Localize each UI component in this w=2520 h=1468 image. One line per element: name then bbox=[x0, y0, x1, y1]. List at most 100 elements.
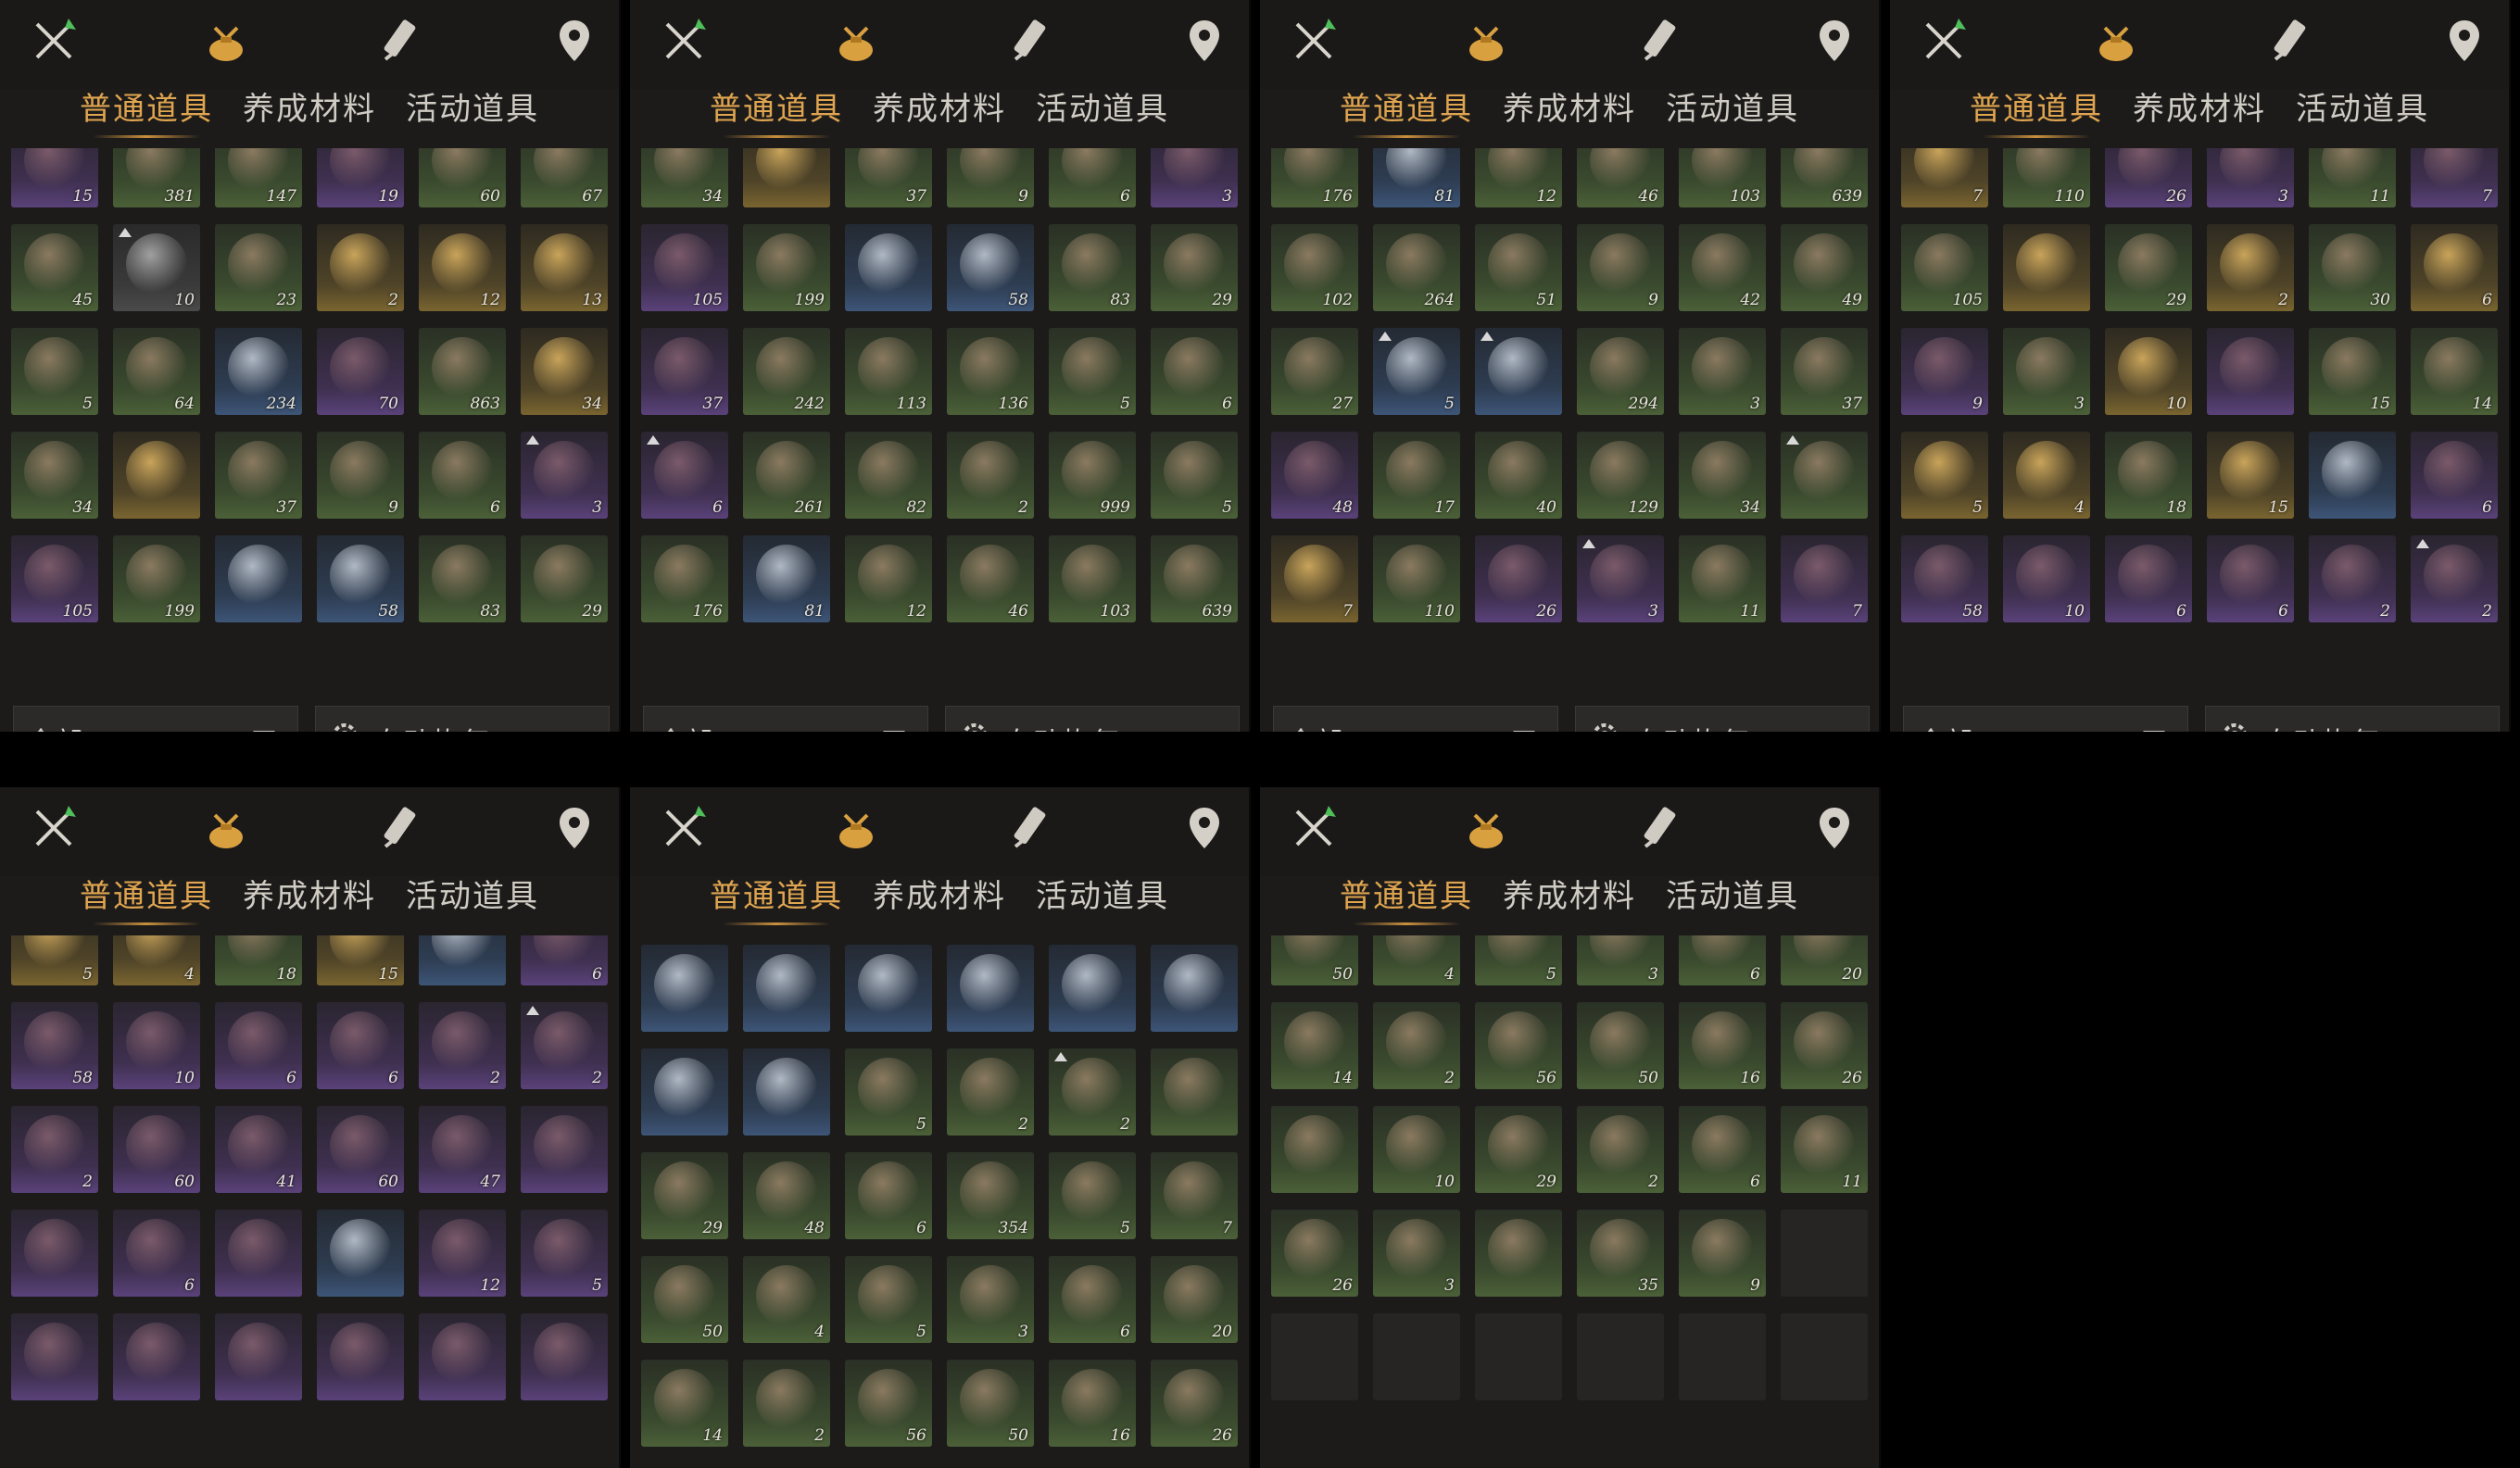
item-slot[interactable]: 15 bbox=[317, 935, 404, 985]
item-slot[interactable]: 234 bbox=[215, 328, 302, 415]
item-slot[interactable]: 6 bbox=[317, 1002, 404, 1089]
item-slot[interactable]: 64 bbox=[113, 328, 200, 415]
item-slot[interactable]: 12 bbox=[419, 1210, 506, 1297]
tab-growth-materials[interactable]: 养成材料 bbox=[873, 871, 1006, 916]
item-slot[interactable] bbox=[641, 1048, 728, 1136]
item-slot[interactable]: 7 bbox=[1271, 535, 1358, 622]
item-slot[interactable]: 2 bbox=[419, 1002, 506, 1089]
tab-event-items[interactable]: 活动道具 bbox=[406, 871, 539, 916]
filter-dropdown[interactable]: 全部 bbox=[643, 706, 928, 732]
item-slot[interactable]: 29 bbox=[1151, 224, 1238, 311]
item-slot[interactable]: 5 bbox=[1049, 328, 1136, 415]
item-slot[interactable] bbox=[521, 1106, 608, 1193]
item-slot[interactable]: 34 bbox=[641, 148, 728, 207]
weapons-icon[interactable] bbox=[656, 800, 712, 856]
tab-growth-materials[interactable]: 养成材料 bbox=[873, 83, 1006, 129]
item-slot[interactable] bbox=[1151, 945, 1238, 1032]
item-slot[interactable]: 37 bbox=[845, 148, 932, 207]
auto-restore-button[interactable]: 自动恢复 bbox=[1575, 706, 1870, 732]
item-slot[interactable]: 999 bbox=[1049, 432, 1136, 519]
item-slot[interactable]: 26 bbox=[1781, 1002, 1868, 1089]
item-slot[interactable]: 15 bbox=[2207, 432, 2294, 519]
item-slot[interactable]: 60 bbox=[317, 1106, 404, 1193]
item-slot[interactable]: 6 bbox=[1679, 1106, 1766, 1193]
item-slot[interactable]: 60 bbox=[113, 1106, 200, 1193]
item-slot[interactable]: 199 bbox=[113, 535, 200, 622]
item-slot[interactable] bbox=[1475, 328, 1562, 415]
item-slot[interactable]: 12 bbox=[419, 224, 506, 311]
item-slot[interactable]: 7 bbox=[1781, 535, 1868, 622]
item-slot[interactable]: 3 bbox=[1373, 1210, 1460, 1297]
tab-event-items[interactable]: 活动道具 bbox=[1666, 83, 1799, 129]
tab-growth-materials[interactable]: 养成材料 bbox=[243, 871, 376, 916]
item-slot[interactable]: 50 bbox=[1271, 935, 1358, 985]
auto-restore-button[interactable]: 自动恢复 bbox=[2205, 706, 2500, 732]
item-slot[interactable] bbox=[2207, 328, 2294, 415]
item-slot[interactable] bbox=[113, 432, 200, 519]
tab-event-items[interactable]: 活动道具 bbox=[1666, 871, 1799, 916]
item-slot[interactable]: 16 bbox=[1049, 1360, 1136, 1447]
item-slot[interactable]: 37 bbox=[1781, 328, 1868, 415]
item-slot[interactable]: 3 bbox=[947, 1256, 1034, 1343]
item-slot[interactable]: 20 bbox=[1781, 935, 1868, 985]
weapons-icon[interactable] bbox=[26, 800, 82, 856]
item-slot[interactable]: 6 bbox=[2105, 535, 2192, 622]
item-slot[interactable]: 6 bbox=[1151, 328, 1238, 415]
item-slot[interactable]: 5 bbox=[845, 1256, 932, 1343]
filter-dropdown[interactable]: 全部 bbox=[1273, 706, 1558, 732]
item-slot[interactable] bbox=[11, 1210, 98, 1297]
item-slot[interactable]: 11 bbox=[2309, 148, 2396, 207]
scroll-icon[interactable] bbox=[2262, 13, 2318, 69]
item-slot[interactable]: 40 bbox=[1475, 432, 1562, 519]
item-slot[interactable]: 81 bbox=[743, 535, 830, 622]
location-pin-icon[interactable] bbox=[547, 13, 602, 69]
item-slot[interactable]: 58 bbox=[317, 535, 404, 622]
item-slot[interactable] bbox=[2309, 432, 2396, 519]
item-slot[interactable]: 17 bbox=[1373, 432, 1460, 519]
item-slot[interactable]: 26 bbox=[2105, 148, 2192, 207]
item-slot[interactable]: 48 bbox=[743, 1152, 830, 1239]
item-slot[interactable] bbox=[1151, 1048, 1238, 1136]
item-slot[interactable]: 9 bbox=[317, 432, 404, 519]
item-slot[interactable]: 354 bbox=[947, 1152, 1034, 1239]
item-slot[interactable]: 46 bbox=[1577, 148, 1664, 207]
item-slot[interactable]: 381 bbox=[113, 148, 200, 207]
item-slot[interactable]: 6 bbox=[1049, 148, 1136, 207]
item-slot[interactable]: 67 bbox=[521, 148, 608, 207]
item-slot[interactable]: 5 bbox=[1151, 432, 1238, 519]
item-slot[interactable]: 12 bbox=[1475, 148, 1562, 207]
item-slot[interactable]: 56 bbox=[845, 1360, 932, 1447]
item-slot[interactable]: 6 bbox=[113, 1210, 200, 1297]
item-slot[interactable]: 13 bbox=[521, 224, 608, 311]
item-slot[interactable]: 2 bbox=[2207, 224, 2294, 311]
item-slot[interactable]: 5 bbox=[11, 935, 98, 985]
item-slot[interactable]: 47 bbox=[419, 1106, 506, 1193]
item-slot[interactable]: 639 bbox=[1151, 535, 1238, 622]
auto-restore-button[interactable]: 自动恢复 bbox=[945, 706, 1240, 732]
item-slot[interactable]: 18 bbox=[215, 935, 302, 985]
auto-restore-button[interactable]: 自动恢复 bbox=[315, 706, 610, 732]
item-slot[interactable]: 2 bbox=[743, 1360, 830, 1447]
item-slot[interactable]: 10 bbox=[113, 224, 200, 311]
item-slot[interactable]: 105 bbox=[1901, 224, 1988, 311]
item-slot[interactable]: 60 bbox=[419, 148, 506, 207]
tab-growth-materials[interactable]: 养成材料 bbox=[243, 83, 376, 129]
item-slot[interactable] bbox=[1475, 1210, 1562, 1297]
item-slot[interactable]: 49 bbox=[1781, 224, 1868, 311]
item-slot[interactable]: 6 bbox=[215, 1002, 302, 1089]
item-bag-icon[interactable] bbox=[1458, 13, 1514, 69]
item-slot[interactable]: 34 bbox=[11, 432, 98, 519]
tab-common-items[interactable]: 普通道具 bbox=[710, 871, 843, 925]
item-slot[interactable]: 2 bbox=[947, 432, 1034, 519]
item-slot[interactable]: 6 bbox=[845, 1152, 932, 1239]
item-slot[interactable]: 129 bbox=[1577, 432, 1664, 519]
item-slot[interactable]: 14 bbox=[1271, 1002, 1358, 1089]
item-slot[interactable]: 136 bbox=[947, 328, 1034, 415]
item-bag-icon[interactable] bbox=[828, 13, 884, 69]
item-slot[interactable]: 9 bbox=[1679, 1210, 1766, 1297]
location-pin-icon[interactable] bbox=[1807, 13, 1862, 69]
item-slot[interactable]: 102 bbox=[1271, 224, 1358, 311]
item-slot[interactable]: 294 bbox=[1577, 328, 1664, 415]
item-slot[interactable]: 261 bbox=[743, 432, 830, 519]
item-slot[interactable]: 264 bbox=[1373, 224, 1460, 311]
